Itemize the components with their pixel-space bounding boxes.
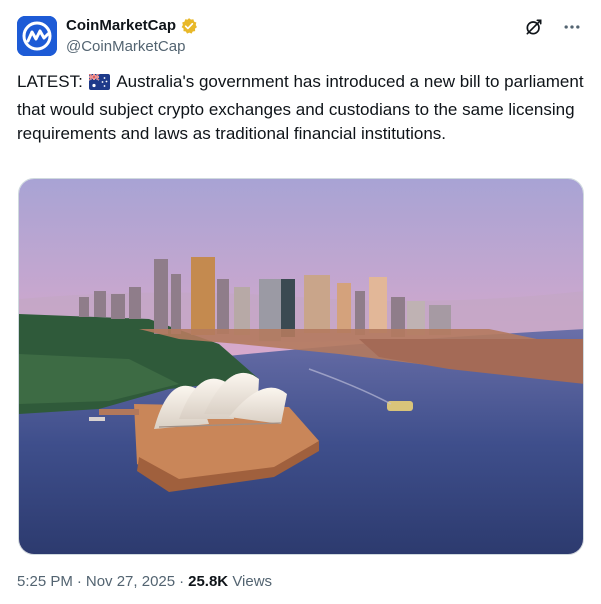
- avatar[interactable]: [17, 16, 57, 56]
- tweet-text: LATEST: Australia's government has intro…: [17, 70, 585, 147]
- meta-separator: ·: [76, 573, 82, 590]
- more-horizontal-icon: [564, 25, 580, 29]
- tweet-meta: 5:25 PM · Nov 27, 2025 · 25.8K Views: [17, 572, 272, 592]
- gold-verified-icon[interactable]: [180, 17, 198, 35]
- author-handle[interactable]: @CoinMarketCap: [66, 37, 185, 56]
- meta-separator: ·: [179, 573, 185, 590]
- tweet-card: CoinMarketCap @CoinMarketCap LATEST: Aus…: [0, 0, 601, 604]
- tweet-text-prefix: LATEST:: [17, 72, 88, 91]
- views-label: Views: [232, 573, 273, 590]
- sydney-harbour-photo: [19, 179, 583, 554]
- author-name-row: CoinMarketCap: [66, 16, 198, 35]
- tweet-media-image[interactable]: [18, 178, 584, 555]
- grok-button[interactable]: [521, 14, 547, 40]
- australia-flag-icon: [88, 73, 110, 98]
- more-button[interactable]: [559, 14, 585, 40]
- tweet-date[interactable]: Nov 27, 2025: [86, 573, 175, 590]
- author-display-name[interactable]: CoinMarketCap: [66, 16, 176, 35]
- coinmarketcap-logo-icon: [17, 16, 57, 56]
- tweet-time[interactable]: 5:25 PM: [17, 573, 73, 590]
- grok-icon: [526, 19, 542, 35]
- tweet-actions: [521, 14, 585, 40]
- views-count[interactable]: 25.8K: [188, 573, 228, 590]
